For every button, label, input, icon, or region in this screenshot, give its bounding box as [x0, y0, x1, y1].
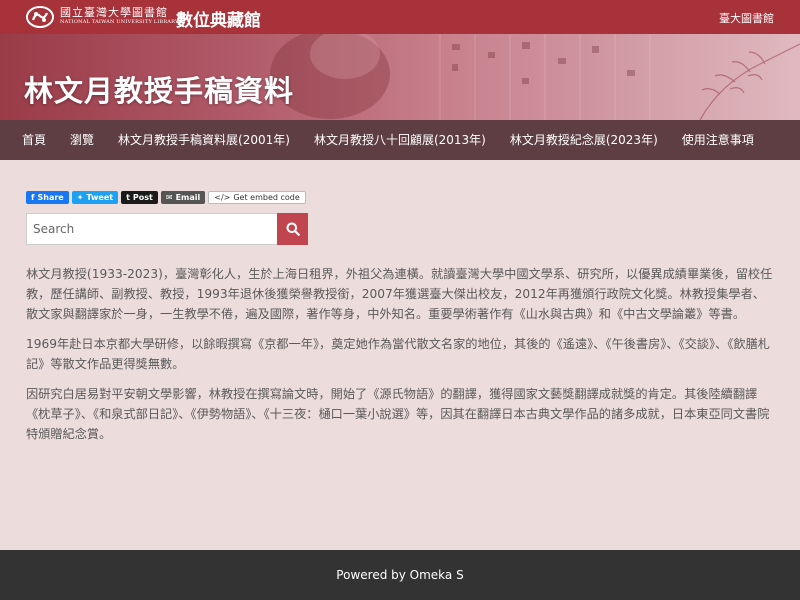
- site-name[interactable]: 數位典藏館: [176, 6, 261, 31]
- nav-item-usage-notes[interactable]: 使用注意事項: [670, 120, 766, 160]
- main-content: 林文月教授(1933-2023)，臺灣彰化人，生於上海日租界，外祖父為連橫。就讀…: [26, 264, 776, 454]
- search-button[interactable]: [277, 213, 308, 245]
- facebook-share-label: Share: [37, 193, 64, 202]
- page-banner-title: 林文月教授手稿資料: [24, 74, 295, 108]
- embed-code-button[interactable]: </> Get embed code: [208, 191, 306, 204]
- nav-item-exhibit-2001[interactable]: 林文月教授手稿資料展(2001年): [106, 120, 302, 160]
- library-name-cn: 國立臺灣大學圖書館: [60, 6, 168, 19]
- main-nav: 首頁 瀏覽 林文月教授手稿資料展(2001年) 林文月教授八十回顧展(2013年…: [0, 120, 800, 160]
- footer: Powered by Omeka S: [0, 550, 800, 600]
- code-icon: </>: [214, 193, 231, 202]
- nav-item-exhibit-2013[interactable]: 林文月教授八十回顧展(2013年): [302, 120, 498, 160]
- ntu-library-link[interactable]: 臺大圖書館: [719, 10, 774, 26]
- share-bar: f Share ✦ Tweet t Post ✉ Email </> Get e…: [26, 191, 306, 204]
- search-form: [26, 213, 308, 245]
- search-input[interactable]: [26, 213, 277, 245]
- facebook-icon: f: [31, 193, 35, 202]
- tumblr-icon: t: [126, 193, 130, 202]
- envelope-icon: ✉: [165, 193, 173, 202]
- library-name-en: NATIONAL TAIWAN UNIVERSITY LIBRARY: [60, 19, 179, 25]
- facebook-share-button[interactable]: f Share: [26, 191, 69, 204]
- top-bar: 國立臺灣大學圖書館 NATIONAL TAIWAN UNIVERSITY LIB…: [0, 0, 800, 34]
- intro-paragraph: 林文月教授(1933-2023)，臺灣彰化人，生於上海日租界，外祖父為連橫。就讀…: [26, 267, 773, 321]
- ntu-library-logo-icon[interactable]: [26, 6, 54, 28]
- nav-item-home[interactable]: 首頁: [10, 120, 58, 160]
- embed-code-label: Get embed code: [233, 193, 300, 202]
- twitter-icon: ✦: [76, 193, 84, 202]
- library-logo-text[interactable]: 國立臺灣大學圖書館 NATIONAL TAIWAN UNIVERSITY LIB…: [60, 7, 178, 26]
- powered-by-text: Powered by Omeka S: [336, 568, 464, 582]
- email-share-button[interactable]: ✉ Email: [160, 191, 206, 204]
- tumblr-share-label: Post: [132, 193, 153, 202]
- kyoto-paragraph: 1969年赴日本京都大學研修，以餘暇撰寫《京都一年》，奠定她作為當代散文名家的地…: [26, 337, 770, 371]
- nav-item-browse[interactable]: 瀏覽: [58, 120, 106, 160]
- search-icon: [286, 222, 300, 236]
- nav-item-exhibit-2023[interactable]: 林文月教授紀念展(2023年): [498, 120, 670, 160]
- twitter-share-button[interactable]: ✦ Tweet: [71, 191, 119, 204]
- tumblr-share-button[interactable]: t Post: [121, 191, 158, 204]
- banner: 林文月教授手稿資料: [0, 34, 800, 120]
- twitter-share-label: Tweet: [86, 193, 114, 202]
- email-share-label: Email: [175, 193, 201, 202]
- translation-paragraph: 因研究白居易對平安朝文學影響，林教授在撰寫論文時，開始了《源氏物語》的翻譯，獲得…: [26, 387, 770, 441]
